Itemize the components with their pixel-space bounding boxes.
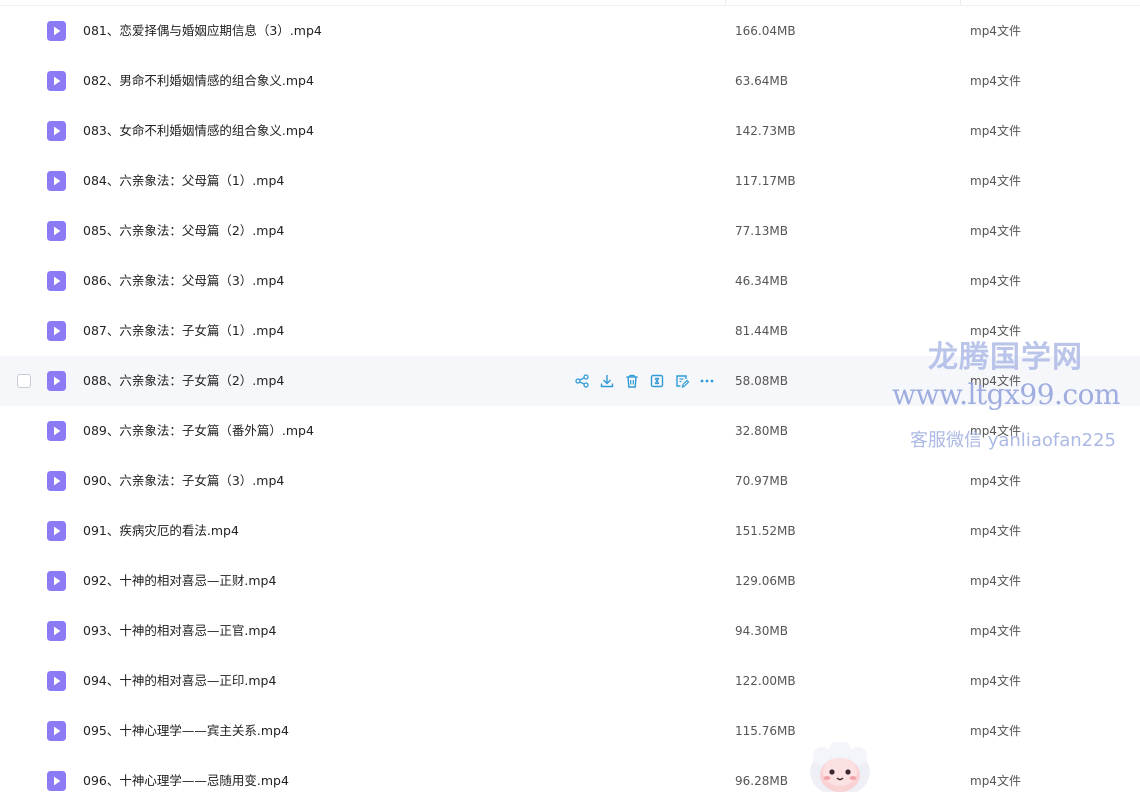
file-name[interactable]: 096、十神心理学——忌随用变.mp4: [83, 756, 289, 792]
file-row[interactable]: 082、男命不利婚姻情感的组合象义.mp4 63.64MB mp4文件: [0, 56, 1140, 106]
file-row[interactable]: 094、十神的相对喜忌—正印.mp4 122.00MB mp4文件: [0, 656, 1140, 706]
video-file-icon[interactable]: [47, 71, 66, 91]
file-name[interactable]: 093、十神的相对喜忌—正官.mp4: [83, 606, 276, 656]
more-icon[interactable]: [699, 373, 715, 389]
file-size: 96.28MB: [735, 774, 788, 788]
file-row[interactable]: 081、恋爱择偶与婚姻应期信息（3）.mp4 166.04MB mp4文件: [0, 6, 1140, 56]
file-size: 122.00MB: [735, 674, 796, 688]
file-size: 70.97MB: [735, 474, 788, 488]
file-size: 129.06MB: [735, 574, 796, 588]
edit-icon[interactable]: [674, 373, 690, 389]
file-size: 166.04MB: [735, 24, 796, 38]
file-name[interactable]: 086、六亲象法：父母篇（3）.mp4: [83, 256, 284, 306]
file-type: mp4文件: [970, 574, 1021, 588]
video-file-icon[interactable]: [47, 471, 66, 491]
file-row[interactable]: 092、十神的相对喜忌—正财.mp4 129.06MB mp4文件: [0, 556, 1140, 606]
file-row[interactable]: 093、十神的相对喜忌—正官.mp4 94.30MB mp4文件: [0, 606, 1140, 656]
file-row[interactable]: 089、六亲象法：子女篇（番外篇）.mp4 32.80MB mp4文件: [0, 406, 1140, 456]
file-name[interactable]: 092、十神的相对喜忌—正财.mp4: [83, 556, 276, 606]
file-row[interactable]: 090、六亲象法：子女篇（3）.mp4 70.97MB mp4文件: [0, 456, 1140, 506]
assistant-mascot-icon[interactable]: [806, 742, 874, 792]
file-size: 32.80MB: [735, 424, 788, 438]
file-type: mp4文件: [970, 124, 1021, 138]
file-type: mp4文件: [970, 374, 1021, 388]
video-file-icon[interactable]: [47, 571, 66, 591]
file-size: 46.34MB: [735, 274, 788, 288]
file-size: 117.17MB: [735, 174, 796, 188]
file-type: mp4文件: [970, 224, 1021, 238]
file-name[interactable]: 087、六亲象法：子女篇（1）.mp4: [83, 306, 284, 356]
file-name[interactable]: 090、六亲象法：子女篇（3）.mp4: [83, 456, 284, 506]
file-size: 58.08MB: [735, 374, 788, 388]
file-size: 77.13MB: [735, 224, 788, 238]
file-name[interactable]: 095、十神心理学——宾主关系.mp4: [83, 706, 289, 756]
video-file-icon[interactable]: [47, 421, 66, 441]
file-type: mp4文件: [970, 74, 1021, 88]
file-type: mp4文件: [970, 274, 1021, 288]
file-row[interactable]: 084、六亲象法：父母篇（1）.mp4 117.17MB mp4文件: [0, 156, 1140, 206]
file-name[interactable]: 091、疾病灾厄的看法.mp4: [83, 506, 239, 556]
file-name[interactable]: 085、六亲象法：父母篇（2）.mp4: [83, 206, 284, 256]
file-name[interactable]: 082、男命不利婚姻情感的组合象义.mp4: [83, 56, 314, 106]
video-file-icon[interactable]: [47, 171, 66, 191]
file-type: mp4文件: [970, 474, 1021, 488]
row-checkbox[interactable]: [17, 374, 31, 388]
video-file-icon[interactable]: [47, 21, 66, 41]
file-type: mp4文件: [970, 724, 1021, 738]
file-size: 94.30MB: [735, 624, 788, 638]
file-size: 142.73MB: [735, 124, 796, 138]
video-file-icon[interactable]: [47, 771, 66, 791]
file-type: mp4文件: [970, 424, 1021, 438]
column-divider-type[interactable]: [960, 0, 961, 5]
delete-icon[interactable]: [624, 373, 640, 389]
file-row[interactable]: 096、十神心理学——忌随用变.mp4 96.28MB mp4文件: [0, 756, 1140, 792]
file-type: mp4文件: [970, 174, 1021, 188]
video-file-icon[interactable]: [47, 321, 66, 341]
file-type: mp4文件: [970, 324, 1021, 338]
file-name[interactable]: 094、十神的相对喜忌—正印.mp4: [83, 656, 276, 706]
file-list-page: 081、恋爱择偶与婚姻应期信息（3）.mp4 166.04MB mp4文件 082、男…: [0, 0, 1140, 792]
file-row[interactable]: 086、六亲象法：父母篇（3）.mp4 46.34MB mp4文件: [0, 256, 1140, 306]
file-size: 63.64MB: [735, 74, 788, 88]
video-file-icon[interactable]: [47, 271, 66, 291]
video-file-icon[interactable]: [47, 621, 66, 641]
file-list: 081、恋爱择偶与婚姻应期信息（3）.mp4 166.04MB mp4文件 082、男…: [0, 6, 1140, 792]
download-icon[interactable]: [599, 373, 615, 389]
file-name[interactable]: 088、六亲象法：子女篇（2）.mp4: [83, 356, 284, 406]
file-row[interactable]: 085、六亲象法：父母篇（2）.mp4 77.13MB mp4文件: [0, 206, 1140, 256]
file-name[interactable]: 084、六亲象法：父母篇（1）.mp4: [83, 156, 284, 206]
file-row[interactable]: 083、女命不利婚姻情感的组合象义.mp4 142.73MB mp4文件: [0, 106, 1140, 156]
file-name[interactable]: 081、恋爱择偶与婚姻应期信息（3）.mp4: [83, 6, 322, 56]
file-name[interactable]: 083、女命不利婚姻情感的组合象义.mp4: [83, 106, 314, 156]
file-type: mp4文件: [970, 24, 1021, 38]
file-type: mp4文件: [970, 774, 1021, 788]
file-type: mp4文件: [970, 624, 1021, 638]
file-row[interactable]: 087、六亲象法：子女篇（1）.mp4 81.44MB mp4文件: [0, 306, 1140, 356]
file-size: 151.52MB: [735, 524, 796, 538]
file-type: mp4文件: [970, 524, 1021, 538]
file-row[interactable]: 091、疾病灾厄的看法.mp4 151.52MB mp4文件: [0, 506, 1140, 556]
file-row[interactable]: 088、六亲象法：子女篇（2）.mp4 58.08MB mp4文件: [0, 356, 1140, 406]
video-file-icon[interactable]: [47, 221, 66, 241]
video-file-icon[interactable]: [47, 371, 66, 391]
video-file-icon[interactable]: [47, 721, 66, 741]
share-icon[interactable]: [574, 373, 590, 389]
file-row[interactable]: 095、十神心理学——宾主关系.mp4 115.76MB mp4文件: [0, 706, 1140, 756]
file-size: 115.76MB: [735, 724, 796, 738]
compress-icon[interactable]: [649, 373, 665, 389]
file-name[interactable]: 089、六亲象法：子女篇（番外篇）.mp4: [83, 406, 314, 456]
video-file-icon[interactable]: [47, 671, 66, 691]
video-file-icon[interactable]: [47, 121, 66, 141]
file-type: mp4文件: [970, 674, 1021, 688]
video-file-icon[interactable]: [47, 521, 66, 541]
file-size: 81.44MB: [735, 324, 788, 338]
column-divider-size[interactable]: [725, 0, 726, 5]
